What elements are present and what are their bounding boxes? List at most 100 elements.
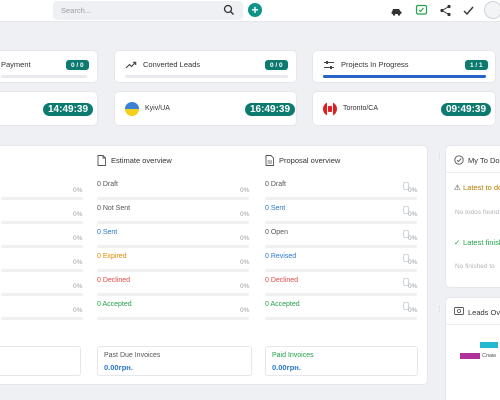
scroll-indicator[interactable]	[403, 230, 409, 238]
invoice-row-bar	[1, 293, 83, 296]
estimate-pct: 0%	[240, 235, 250, 242]
invoice-row-pct: 0%	[73, 187, 83, 194]
proposal-pct: 0%	[408, 259, 418, 266]
scroll-indicator[interactable]	[403, 254, 409, 262]
past-due-invoices-label: Past Due Invoices	[104, 352, 161, 359]
todo-divider	[446, 172, 500, 173]
check-circle-icon	[454, 155, 464, 165]
invoice-row-pct: 0%	[73, 211, 83, 218]
invoice-row-pct: 0%	[73, 235, 83, 242]
estimate-status-not-sent[interactable]: 0 Not Sent	[97, 205, 130, 212]
estimate-row-bar	[97, 245, 249, 248]
converted-leads-card: Converted Leads 0 / 0	[114, 50, 297, 83]
leads-overview-title: Leads Over	[468, 308, 500, 317]
estimate-pct: 0%	[240, 259, 250, 266]
proposal-row-bar	[265, 221, 417, 224]
proposal-status-declined[interactable]: 0 Declined	[265, 277, 298, 284]
estimate-row-bar	[97, 221, 249, 224]
search-icon[interactable]	[223, 4, 235, 16]
search-input[interactable]	[53, 1, 243, 20]
estimate-status-expired[interactable]: 0 Expired	[97, 253, 127, 260]
money-icon	[454, 307, 464, 315]
proposal-status-accepted[interactable]: 0 Accepted	[265, 301, 300, 308]
clock-card-toronto: Toronto/CA 09:49:39	[312, 91, 496, 126]
estimate-row-bar	[97, 317, 249, 320]
clock-time: 16:49:39	[245, 103, 296, 116]
trending-up-icon	[125, 61, 137, 69]
invoice-row-pct: 0%	[73, 259, 83, 266]
estimate-overview-title: Estimate overview	[111, 156, 172, 165]
invoice-row-pct: 0%	[73, 307, 83, 314]
projects-progress	[323, 75, 486, 78]
clock-time: 09:49:39	[441, 103, 492, 116]
proposal-row-bar	[265, 245, 417, 248]
legend-swatch-magenta	[460, 353, 480, 359]
scroll-indicator[interactable]	[403, 206, 409, 214]
estimate-status-accepted[interactable]: 0 Accepted	[97, 301, 132, 308]
scroll-indicator[interactable]	[403, 182, 409, 190]
add-new-button[interactable]: +	[248, 3, 262, 17]
invoice-row-bar	[1, 269, 83, 272]
proposal-pct: 0%	[408, 211, 418, 218]
estimate-row-bar	[97, 293, 249, 296]
todo-title: My To Do It	[468, 156, 500, 165]
projects-badge: 1 / 1	[465, 60, 488, 70]
no-finished-text: No finished to	[455, 263, 495, 270]
share-icon[interactable]	[439, 4, 452, 17]
proposal-row-bar	[265, 317, 417, 320]
past-due-invoices-box[interactable]: Past Due Invoices 0.00грн.	[97, 346, 252, 376]
clock-city: Toronto/CA	[343, 105, 379, 112]
paid-invoices-box[interactable]: Paid Invoices 0.00грн.	[265, 346, 418, 376]
proposal-status-sent[interactable]: 0 Sent	[265, 205, 285, 212]
todo-panel: My To Do It ⚠ Latest to do No todos foun…	[445, 145, 500, 288]
estimate-pct: 0%	[240, 187, 250, 194]
scroll-indicator[interactable]	[403, 302, 409, 310]
proposal-overview-title: Proposal overview	[279, 156, 341, 165]
scroll-indicator[interactable]	[403, 278, 409, 286]
proposal-pct: 0%	[408, 283, 418, 290]
estimate-status-sent[interactable]: 0 Sent	[97, 229, 117, 236]
chat-icon[interactable]	[415, 4, 428, 17]
estimate-status-declined[interactable]: 0 Declined	[97, 277, 130, 284]
clock-card-1: 14:49:39	[0, 91, 98, 126]
estimate-row-bar	[97, 269, 249, 272]
latest-todo-heading: Latest to do	[463, 183, 500, 192]
proposal-pct: 0%	[408, 307, 418, 314]
estimate-status-draft[interactable]: 0 Draft	[97, 181, 118, 188]
latest-finished-heading: Latest finish	[463, 238, 500, 247]
invoice-row-bar	[1, 317, 83, 320]
canada-flag-icon	[323, 102, 337, 116]
converted-leads-badge: 0 / 0	[265, 60, 288, 70]
estimate-pct: 0%	[240, 283, 250, 290]
payment-card: Payment 0 / 0	[0, 50, 98, 83]
estimate-pct: 0%	[240, 307, 250, 314]
leads-divider	[446, 324, 500, 325]
proposal-row-bar	[265, 269, 417, 272]
legend-swatch-cyan	[480, 342, 498, 348]
proposal-status-revised[interactable]: 0 Revised	[265, 253, 296, 260]
document-icon	[97, 155, 106, 166]
payment-card-title: Payment	[1, 60, 31, 69]
proposal-status-open[interactable]: 0 Open	[265, 229, 288, 236]
ukraine-flag-icon	[125, 102, 139, 116]
user-avatar[interactable]	[484, 1, 500, 19]
check-icon: ✓	[454, 238, 461, 247]
clock-city: Kyiv/UA	[145, 105, 170, 112]
proposal-row-bar	[265, 293, 417, 296]
proposal-status-draft[interactable]: 0 Draft	[265, 181, 286, 188]
top-bar: +	[0, 0, 500, 22]
car-icon[interactable]	[390, 4, 403, 17]
past-due-invoices-value: 0.00грн.	[104, 363, 133, 372]
warning-icon: ⚠	[454, 183, 461, 192]
invoice-row-bar	[1, 245, 83, 248]
document-text-icon	[265, 155, 274, 166]
estimate-pct: 0%	[240, 211, 250, 218]
paid-invoices-value: 0.00грн.	[272, 363, 301, 372]
projects-card-title: Projects In Progress	[341, 60, 409, 69]
proposal-pct: 0%	[408, 187, 418, 194]
payment-badge: 0 / 0	[66, 60, 89, 70]
check-icon[interactable]	[462, 4, 475, 17]
finance-overview-panel: 0% 0% 0% 0% 0% 0% Estimate overview 0 Dr…	[0, 145, 428, 385]
invoice-summary-box	[0, 346, 81, 376]
projects-card: Projects In Progress 1 / 1	[312, 50, 496, 83]
